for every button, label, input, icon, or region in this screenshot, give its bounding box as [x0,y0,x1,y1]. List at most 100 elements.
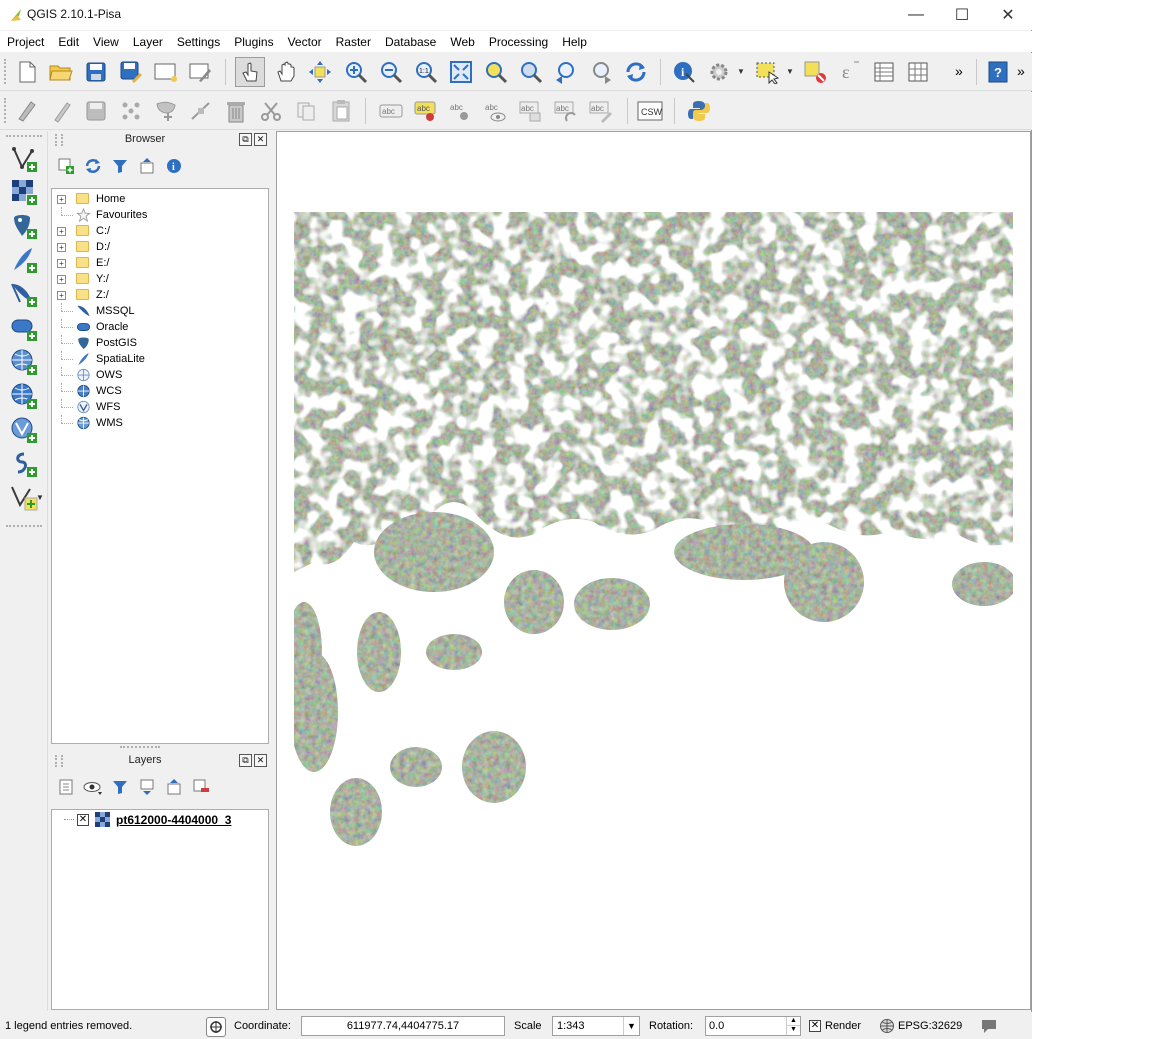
zoom-last-icon[interactable] [551,57,581,87]
scale-combobox[interactable]: 1:343 ▼ [552,1016,640,1036]
attribute-table-icon[interactable] [869,57,899,87]
toolbar-overflow-button[interactable]: » [955,63,963,79]
show-hide-labels-icon[interactable]: abc [446,96,476,126]
add-feature-icon[interactable] [116,96,146,126]
chevron-down-icon[interactable]: ▼ [786,67,794,76]
browser-item-spatialite[interactable]: SpatiaLite [52,351,268,367]
menu-raster[interactable]: Raster [329,31,378,52]
toolbar-grip[interactable] [6,525,42,527]
browser-item-favourites[interactable]: Favourites [52,207,268,223]
browser-item-mssql[interactable]: MSSQL [52,303,268,319]
move-feature-icon[interactable] [151,96,181,126]
browser-item-d[interactable]: + D:/ [52,239,268,255]
delete-selected-icon[interactable] [221,96,251,126]
zoom-next-icon[interactable] [586,57,616,87]
menu-project[interactable]: Project [0,31,51,52]
zoom-native-resolution-icon[interactable]: 1:1 [411,57,441,87]
add-raster-layer-icon[interactable] [8,176,40,208]
browser-item-c[interactable]: + C:/ [52,223,268,239]
zoom-out-icon[interactable] [376,57,406,87]
collapse-all-icon[interactable] [133,154,160,178]
add-mssql-layer-icon[interactable] [8,278,40,310]
expand-icon[interactable]: + [57,194,66,204]
browser-item-home[interactable]: + Home [52,191,268,207]
close-panel-button[interactable]: ✕ [254,754,267,767]
browser-item-wcs[interactable]: WCS [52,383,268,399]
menu-web[interactable]: Web [443,31,481,52]
crs-label[interactable]: EPSG:32629 [898,1020,962,1032]
node-tool-icon[interactable] [186,96,216,126]
pan-to-selection-icon[interactable] [305,57,335,87]
add-oracle-layer-icon[interactable] [8,312,40,344]
splitter-grip[interactable] [120,746,160,748]
spin-down-icon[interactable]: ▼ [786,1026,800,1035]
expand-icon[interactable]: + [57,258,66,268]
browser-item-y[interactable]: + Y:/ [52,271,268,287]
save-as-icon[interactable] [116,57,146,87]
menu-layer[interactable]: Layer [126,31,170,52]
new-project-icon[interactable] [12,57,42,87]
expression-icon[interactable]: ε [835,57,865,87]
menu-processing[interactable]: Processing [482,31,555,52]
float-panel-button[interactable]: ⧉ [239,133,252,146]
map-canvas[interactable] [276,131,1031,1010]
menu-database[interactable]: Database [378,31,443,52]
expand-all-icon[interactable] [133,775,160,799]
move-label-icon[interactable]: abc [516,96,546,126]
render-checkbox[interactable]: ✕ [809,1020,821,1032]
add-vector-layer-icon[interactable] [8,143,40,175]
composer-manager-icon[interactable] [186,57,216,87]
browser-item-wfs[interactable]: WFS [52,399,268,415]
run-feature-action-icon[interactable] [704,57,734,87]
chevron-down-icon[interactable]: ▼ [623,1017,639,1035]
menu-view[interactable]: View [86,31,126,52]
float-panel-button[interactable]: ⧉ [239,754,252,767]
zoom-to-layer-icon[interactable] [516,57,546,87]
expand-icon[interactable]: + [57,242,66,252]
new-print-composer-icon[interactable] [151,57,181,87]
touch-zoom-pan-icon[interactable] [235,57,265,87]
toolbar-grip[interactable] [6,135,42,137]
browser-item-postgis[interactable]: PostGIS [52,335,268,351]
identify-features-icon[interactable]: i [669,57,699,87]
expand-icon[interactable]: + [57,226,66,236]
browser-item-z[interactable]: + Z:/ [52,287,268,303]
add-delimited-text-icon[interactable] [8,448,40,480]
filter-icon[interactable] [106,154,133,178]
coordinate-field[interactable]: 611977.74,4404775.17 [301,1016,505,1036]
save-project-icon[interactable] [81,57,111,87]
expand-icon[interactable]: + [57,290,66,300]
toolbar-grip[interactable] [4,59,8,84]
menu-vector[interactable]: Vector [281,31,329,52]
change-label-icon[interactable]: abc [586,96,616,126]
close-panel-button[interactable]: ✕ [254,133,267,146]
info-icon[interactable]: i [160,154,187,178]
add-wfs-layer-icon[interactable] [8,414,40,446]
current-edits-icon[interactable] [12,96,42,126]
menu-help[interactable]: Help [555,31,594,52]
maximize-button[interactable]: ☐ [939,0,985,30]
spin-up-icon[interactable]: ▲ [786,1017,800,1026]
python-console-icon[interactable] [684,96,714,126]
save-layer-edits-icon[interactable] [81,96,111,126]
pan-map-icon[interactable] [271,57,301,87]
add-wcs-layer-icon[interactable] [8,380,40,412]
browser-item-ows[interactable]: OWS [52,367,268,383]
deselect-features-icon[interactable] [800,57,830,87]
chevron-down-icon[interactable]: ▼ [737,67,745,76]
zoom-to-selection-icon[interactable] [481,57,511,87]
filter-icon[interactable] [106,775,133,799]
add-wms-layer-icon[interactable] [8,346,40,378]
styling-icon[interactable] [52,775,79,799]
add-selected-layers-icon[interactable] [52,154,79,178]
collapse-all-icon[interactable] [160,775,187,799]
zoom-full-icon[interactable] [446,57,476,87]
browser-item-wms[interactable]: WMS [52,415,268,431]
menu-plugins[interactable]: Plugins [227,31,280,52]
help-icon[interactable]: ? [983,57,1013,87]
messages-icon[interactable] [980,1018,998,1034]
label-pin-icon[interactable]: abc [411,96,441,126]
expand-icon[interactable]: + [57,274,66,284]
refresh-icon[interactable] [79,154,106,178]
minimize-button[interactable]: — [893,0,939,30]
